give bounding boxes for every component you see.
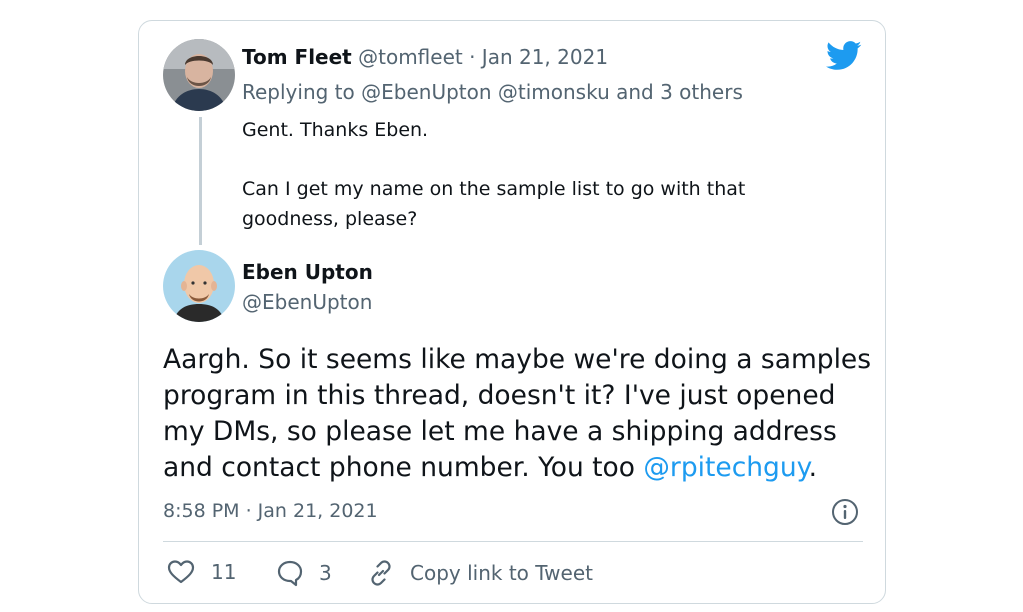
mention-link[interactable]: @rpitechguy — [643, 452, 808, 483]
reply-text-line-2: Can I get my name on the sample list to … — [242, 178, 746, 200]
reply-text-line-3: goodness, please? — [242, 208, 418, 230]
info-icon[interactable] — [831, 498, 859, 530]
main-tweet-text: Aargh. So it seems like maybe we're doin… — [163, 342, 873, 486]
reply-tweet-header: Tom Fleet @tomfleet · Jan 21, 2021 — [242, 45, 608, 69]
main-author-handle[interactable]: @EbenUpton — [242, 290, 372, 314]
header-separator: · — [469, 45, 476, 69]
heart-icon — [167, 559, 195, 585]
reply-author-handle[interactable]: @tomfleet — [358, 45, 463, 69]
like-button[interactable]: 11 — [167, 559, 236, 585]
link-icon — [367, 559, 395, 587]
reply-text-line-1: Gent. Thanks Eben. — [242, 119, 429, 141]
replying-to-prefix: Replying to — [242, 80, 355, 104]
eben-upton-avatar[interactable] — [163, 250, 235, 322]
reply-count: 3 — [319, 561, 332, 585]
copy-link-button[interactable]: Copy link to Tweet — [367, 559, 593, 587]
speech-bubble-icon — [276, 559, 304, 587]
main-text-line-4-end: . — [808, 452, 818, 483]
action-bar-divider — [163, 541, 863, 542]
main-text-line-1: Aargh. So it seems like maybe we're doin… — [163, 344, 872, 375]
replying-to-line: Replying to @EbenUpton @timonsku and 3 o… — [242, 80, 743, 104]
main-text-line-2: program in this thread, doesn't it? I've… — [163, 380, 836, 411]
thread-connector-line — [199, 117, 202, 245]
main-author-name[interactable]: Eben Upton — [242, 260, 373, 284]
reply-author-name[interactable]: Tom Fleet — [242, 45, 352, 69]
main-text-line-3: my DMs, so please let me have a shipping… — [163, 416, 837, 447]
tweet-timestamp[interactable]: 8:58 PM · Jan 21, 2021 — [163, 500, 378, 522]
copy-link-label: Copy link to Tweet — [410, 561, 593, 585]
reply-button[interactable]: 3 — [276, 559, 332, 587]
replying-to-others[interactable]: and 3 others — [616, 80, 743, 104]
main-text-line-4-start: and contact phone number. You too — [163, 452, 635, 483]
twitter-logo-icon[interactable] — [826, 41, 862, 75]
main-text-line-4: and contact phone number. You too @rpite… — [163, 450, 873, 486]
reply-date[interactable]: Jan 21, 2021 — [482, 45, 608, 69]
like-count: 11 — [211, 560, 237, 584]
tom-fleet-avatar[interactable] — [163, 39, 235, 111]
replying-to-mentions[interactable]: @EbenUpton @timonsku — [361, 80, 610, 104]
